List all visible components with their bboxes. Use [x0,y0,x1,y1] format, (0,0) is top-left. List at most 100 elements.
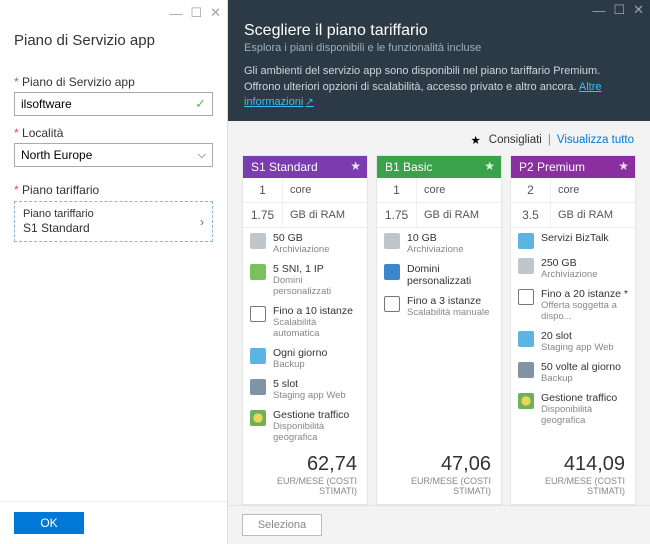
left-titlebar: — ☐ ✕ [0,0,227,26]
maximize-icon[interactable]: ☐ [190,5,202,21]
core-label: core [283,179,318,201]
location-value: North Europe [21,148,92,162]
star-icon: ★ [470,133,480,147]
card-name: S1 Standard [251,160,318,174]
feature-title: Fino a 3 istanze [407,295,489,307]
feature-sub: Backup [273,359,327,370]
price-label: EUR/MESE (COSTI STIMATI) [387,476,491,496]
external-icon: ↗ [305,97,313,108]
tier-small-label: Piano tariffario [23,208,94,220]
feature-icon [250,306,266,322]
chevron-right-icon: › [200,215,204,229]
left-form: Piano di Servizio app ✓ Località North E… [0,61,227,246]
pricing-card-2[interactable]: P2 Premium★2core3.5GB di RAMServizi BizT… [510,155,636,505]
feature-row: Domini personalizzati [377,259,501,291]
ram-value: 3.5 [511,203,551,227]
feature-icon [384,296,400,312]
feature-row: Fino a 3 istanzeScalabilità manuale [377,291,501,322]
feature-title: Fino a 20 istanze * [541,288,628,300]
right-subtitle: Esplora i piani disponibili e le funzion… [244,42,634,54]
card-header: B1 Basic★ [377,156,501,178]
tier-selector[interactable]: Piano tariffario S1 Standard › [14,201,213,242]
close-icon[interactable]: ✕ [210,5,221,21]
feature-row: Gestione trafficoDisponibilità geografic… [243,405,367,447]
feature-row: Servizi BizTalk [511,228,635,253]
feature-sub: Archiviazione [541,269,598,280]
pricing-card-0[interactable]: S1 Standard★1core1.75GB di RAM50 GBArchi… [242,155,368,505]
feature-title: 20 slot [541,330,614,342]
feature-icon [250,264,266,280]
price-block: 62,74EUR/MESE (COSTI STIMATI) [243,447,367,504]
feature-sub: Offerta soggetta a dispo... [541,300,628,322]
plan-field[interactable]: ✓ [14,92,213,116]
core-label: core [551,179,586,201]
feature-sub: Staging app Web [273,390,346,401]
feature-sub: Archiviazione [273,244,330,255]
location-field[interactable]: North Europe ⌵ [14,143,213,167]
filter-recommended[interactable]: Consigliati [489,134,542,146]
filter-bar: ★ Consigliati | Visualizza tutto [242,131,636,155]
price-block: 47,06EUR/MESE (COSTI STIMATI) [377,447,501,504]
feature-row: 50 volte al giornoBackup [511,357,635,388]
card-header: P2 Premium★ [511,156,635,178]
feature-title: Fino a 10 istanze [273,305,360,317]
feature-row: Ogni giornoBackup [243,343,367,374]
feature-title: 250 GB [541,257,598,269]
feature-sub: Domini personalizzati [273,275,360,297]
feature-row: 5 slotStaging app Web [243,374,367,405]
ram-label: GB di RAM [283,204,352,226]
price-label: EUR/MESE (COSTI STIMATI) [521,476,625,496]
minimize-icon[interactable]: — [169,6,182,21]
close-icon[interactable]: ✕ [633,2,644,18]
left-panel: — ☐ ✕ Piano di Servizio app Piano di Ser… [0,0,228,544]
feature-sub: Scalabilità manuale [407,307,489,318]
feature-row: 20 slotStaging app Web [511,326,635,357]
feature-icon [518,362,534,378]
core-label: core [417,179,452,201]
feature-row: Fino a 10 istanzeScalabilità automatica [243,301,367,343]
price-label: EUR/MESE (COSTI STIMATI) [253,476,357,496]
price-value: 414,09 [521,453,625,476]
feature-icon [518,233,534,249]
filter-view-all[interactable]: Visualizza tutto [557,134,634,146]
select-button[interactable]: Seleziona [242,514,322,536]
feature-sub: Scalabilità automatica [273,317,360,339]
core-value: 2 [511,178,551,202]
feature-title: 50 volte al giorno [541,361,621,373]
feature-row: Fino a 20 istanze *Offerta soggetta a di… [511,284,635,326]
ok-button[interactable]: OK [14,512,84,534]
left-footer: OK [0,501,227,544]
right-description: Gli ambienti del servizio app sono dispo… [244,64,634,110]
card-header: S1 Standard★ [243,156,367,178]
feature-icon [518,289,534,305]
minimize-icon[interactable]: — [592,3,605,18]
plan-input[interactable] [21,97,195,111]
feature-icon [518,331,534,347]
pricing-card-1[interactable]: B1 Basic★1core1.75GB di RAM10 GBArchivia… [376,155,502,505]
left-title: Piano di Servizio app [0,26,227,61]
right-titlebar: — ☐ ✕ [228,0,650,20]
feature-icon [518,258,534,274]
feature-sub: Disponibilità geografica [273,421,360,443]
feature-icon [250,410,266,426]
ram-label: GB di RAM [417,204,486,226]
cards-container: S1 Standard★1core1.75GB di RAM50 GBArchi… [242,155,636,505]
core-value: 1 [243,178,283,202]
feature-icon [518,393,534,409]
ram-value: 1.75 [377,203,417,227]
feature-icon [250,348,266,364]
maximize-icon[interactable]: ☐ [613,2,625,18]
feature-row: 5 SNI, 1 IPDomini personalizzati [243,259,367,301]
card-name: B1 Basic [385,160,432,174]
content-area: ★ Consigliati | Visualizza tutto S1 Stan… [228,121,650,505]
price-block: 414,09EUR/MESE (COSTI STIMATI) [511,447,635,504]
feature-title: Servizi BizTalk [541,232,609,244]
feature-icon [250,379,266,395]
ram-value: 1.75 [243,203,283,227]
check-icon: ✓ [195,96,206,112]
feature-sub: Archiviazione [407,244,464,255]
feature-icon [384,233,400,249]
feature-row: 10 GBArchiviazione [377,228,501,259]
feature-title: Gestione traffico [273,409,360,421]
feature-title: 5 slot [273,378,346,390]
